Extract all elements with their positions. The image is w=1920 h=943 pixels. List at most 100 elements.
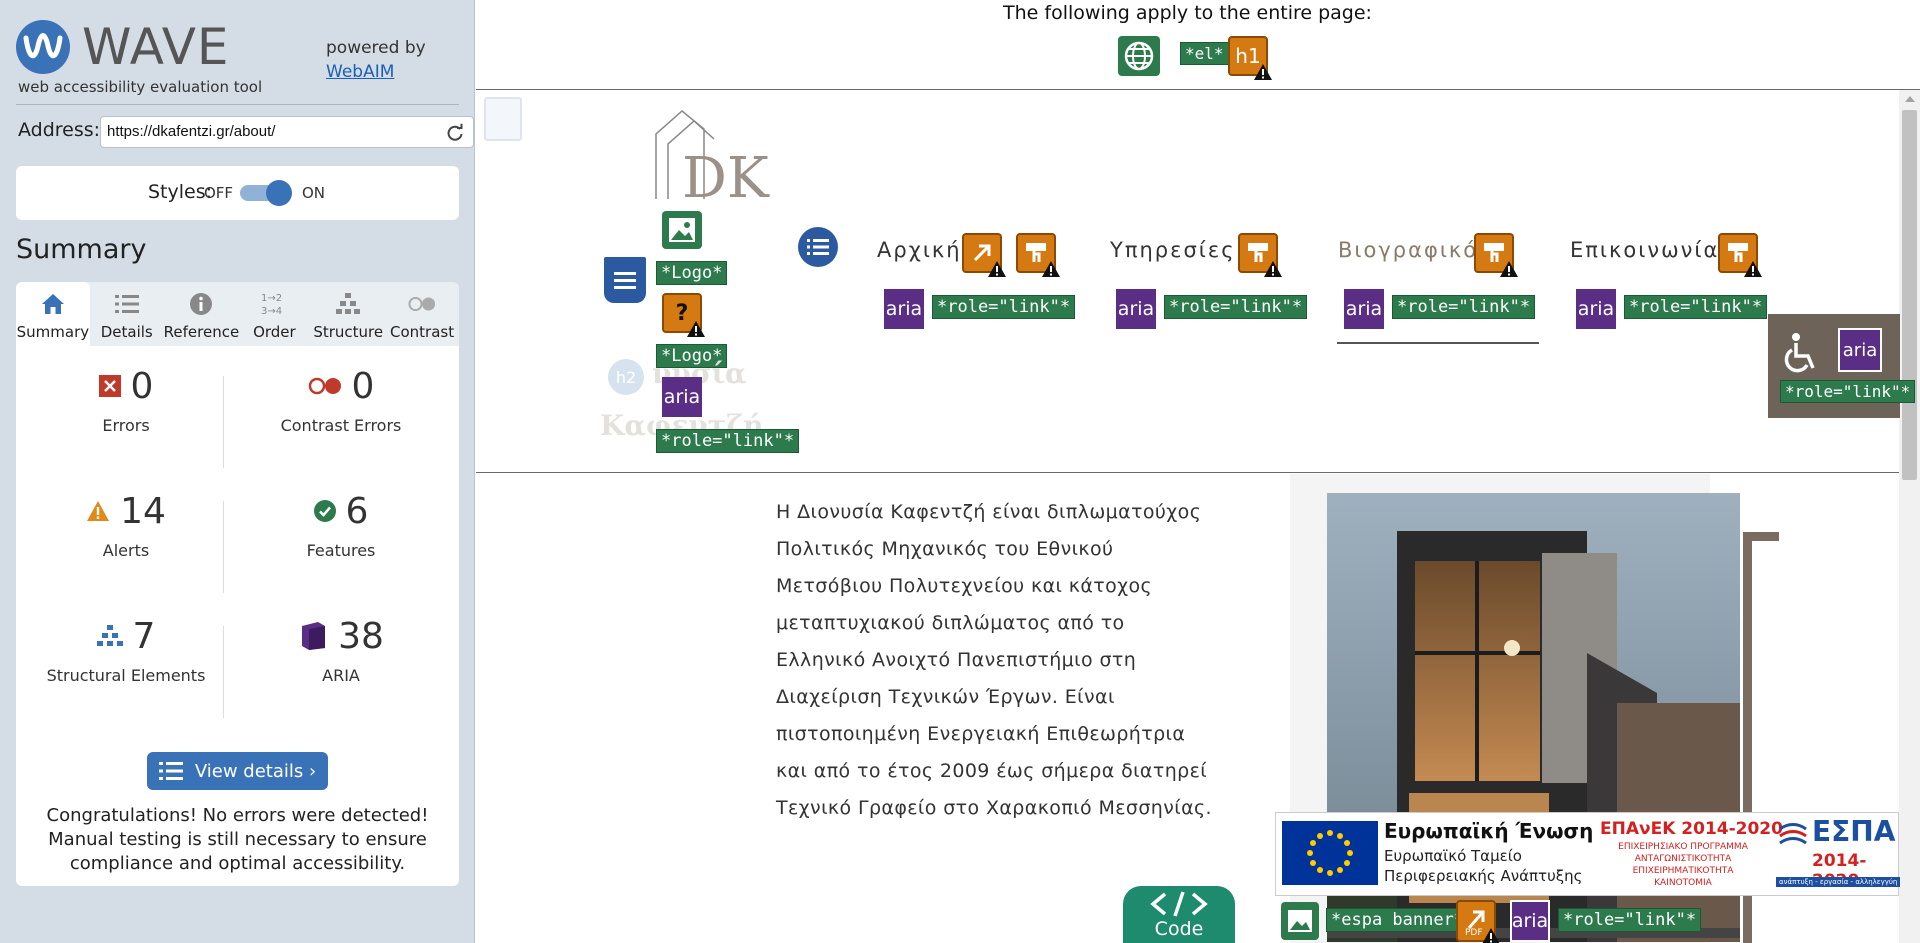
page-scrollbar[interactable] <box>1899 90 1920 943</box>
aria-text: aria <box>1345 298 1383 320</box>
role-link-label: *role="link"* <box>1558 908 1702 932</box>
page-level-banner: The following apply to the entire page: … <box>476 0 1920 90</box>
aria-text: aria <box>885 298 923 320</box>
list-icon <box>158 762 183 780</box>
linked-image-icon[interactable] <box>662 211 702 249</box>
aria-count: 38 <box>338 615 384 657</box>
aria-text: aria <box>663 386 701 408</box>
eu-line1: Ευρωπαϊκό Ταμείο <box>1384 847 1522 865</box>
epanek-line: ΚΑΙΝΟΤΟΜΙΑ <box>1654 878 1712 888</box>
role-link-label: *role="link"* <box>1392 295 1536 319</box>
warning-triangle-icon <box>687 321 705 337</box>
page-preview: The following apply to the entire page: … <box>476 0 1920 943</box>
epanek-title: ΕΠΑνΕΚ 2014-2020 <box>1600 819 1783 839</box>
svg-text:1→2: 1→2 <box>261 293 282 304</box>
wave-title: WAVE <box>82 18 230 76</box>
address-bar: Address: https://dkafentzi.gr/about/ <box>18 116 474 148</box>
scroll-up-arrow[interactable] <box>1905 96 1915 102</box>
epanek-line: ΕΠΙΧΕΙΡΗΜΑΤΙΚΟΤΗΤΑ <box>1632 866 1734 876</box>
errors-count: 0 <box>130 365 154 407</box>
nav-link-home[interactable]: Αρχική <box>877 238 962 262</box>
el-label: *el* <box>1180 42 1229 65</box>
wave-logo: WAVE web accessibility evaluation tool p… <box>16 16 456 100</box>
address-input[interactable]: https://dkafentzi.gr/about/ <box>100 116 474 148</box>
aria-icon[interactable]: aria <box>1116 289 1156 329</box>
about-line: μεταπτυχιακού διπλώματος από το <box>776 612 1125 634</box>
code-toggle-button[interactable]: Code <box>1123 886 1235 943</box>
linked-image-icon[interactable] <box>1281 902 1319 940</box>
contrast-icon <box>408 290 436 318</box>
info-icon <box>187 290 215 318</box>
espa-banner[interactable]: Ευρωπαϊκή Ένωση Ευρωπαϊκό Ταμείο Περιφερ… <box>1275 812 1901 896</box>
about-paragraph: Η Διονυσία Καφεντζή είναι διπλωματούχος … <box>776 494 1216 827</box>
feature-check-icon <box>313 500 336 522</box>
structural-label: Structural Elements <box>46 666 206 685</box>
address-value: https://dkafentzi.gr/about/ <box>107 123 276 140</box>
stat-structural[interactable]: 7 Structural Elements <box>26 566 226 686</box>
aria-text: aria <box>1117 298 1155 320</box>
nav-link-contact[interactable]: Επικοινωνία <box>1570 238 1719 262</box>
wave-logo-icon <box>16 20 70 74</box>
view-details-button[interactable]: View details › <box>147 752 328 790</box>
site-header: DK *Logo* ? *Logo* h2 νυσία Καφεντζή ari… <box>476 91 1899 473</box>
about-line: και από το έτος 2009 έως σήμερα διατηρεί <box>776 760 1208 782</box>
menu-list-icon[interactable] <box>798 227 838 267</box>
warning-triangle-icon <box>1264 261 1282 277</box>
features-count: 6 <box>345 490 369 532</box>
about-line: Ελληνικό Ανοιχτό Πανεπιστήμιο στη <box>776 649 1137 671</box>
espa-alt-label: *espa banner* <box>1326 908 1470 932</box>
language-globe-icon[interactable] <box>1118 36 1160 76</box>
toggle-knob <box>266 180 292 206</box>
wave-tagline: web accessibility evaluation tool <box>18 78 263 96</box>
warning-triangle-icon <box>1500 261 1518 277</box>
about-line: Τεχνικό Γραφείο στο Χαρακοπιό Μεσσηνίας. <box>776 797 1212 819</box>
role-link-label: *role="link"* <box>1164 295 1308 319</box>
aria-icon[interactable]: aria <box>1344 289 1384 329</box>
nav-link-services[interactable]: Υπηρεσίες <box>1110 238 1236 262</box>
page-level-text: The following apply to the entire page: <box>1003 2 1372 24</box>
accessibility-widget[interactable]: aria *role="link"* <box>1768 314 1916 418</box>
webaim-link[interactable]: WebAIM <box>326 62 394 82</box>
aria-icon[interactable]: aria <box>1510 900 1550 942</box>
css-icon[interactable] <box>604 257 646 303</box>
aria-icon[interactable]: aria <box>1576 289 1616 329</box>
styles-toggle[interactable] <box>240 180 292 206</box>
summary-panel: 0 Errors 0 Contrast Errors 14 Alerts 6 F… <box>16 346 459 886</box>
role-link-label: *role="link"* <box>1780 380 1916 403</box>
code-label: Code <box>1154 917 1204 940</box>
divider <box>16 104 459 105</box>
aria-text: aria <box>1842 339 1878 361</box>
styles-card: Styles: OFF ON <box>16 166 459 220</box>
summary-heading: Summary <box>16 234 147 265</box>
aria-icon[interactable]: aria <box>884 289 924 329</box>
role-link-label: *role="link"* <box>656 429 800 453</box>
stat-alerts[interactable]: 14 Alerts <box>26 441 226 560</box>
divider <box>223 626 224 718</box>
stat-contrast-errors[interactable]: 0 Contrast Errors <box>241 316 441 436</box>
stat-aria[interactable]: 38 ARIA <box>241 566 441 685</box>
warning-triangle-icon <box>988 261 1006 277</box>
svg-text:PDF: PDF <box>1465 928 1483 936</box>
espa-motto: ανάπτυξη - εργασία - αλληλεγγύη <box>1776 877 1901 887</box>
logo-alt-label: *Logo* <box>656 261 728 285</box>
powered-by: powered by WebAIM <box>326 36 426 84</box>
warning-triangle-icon <box>1482 928 1500 943</box>
warning-triangle-icon <box>1254 64 1272 80</box>
structure-icon <box>96 625 123 646</box>
code-brackets-icon <box>1150 890 1208 917</box>
epanek-text: ΕΠΙΧΕΙΡΗΣΙΑΚΟ ΠΡΟΓΡΑΜΜΑ ΑΝΤΑΓΩΝΙΣΤΙΚΟΤΗΤ… <box>1598 841 1768 889</box>
role-link-label: *role="link"* <box>932 295 1076 319</box>
aria-icon[interactable]: aria <box>662 377 702 417</box>
aria-text: aria <box>1577 298 1615 320</box>
stat-errors[interactable]: 0 Errors <box>26 316 226 435</box>
stat-features[interactable]: 6 Features <box>241 441 441 561</box>
aria-icon[interactable]: aria <box>1838 328 1882 372</box>
about-line: Μετσόβιου Πολυτεχνείου και κάτοχος <box>776 575 1153 597</box>
warning-triangle-icon <box>1744 261 1762 277</box>
nav-link-biography[interactable]: Βιογραφικό <box>1338 238 1478 262</box>
eu-flag-icon <box>1282 821 1378 885</box>
reload-icon[interactable] <box>445 123 465 143</box>
current-nav-underline <box>1337 342 1539 344</box>
warning-triangle-icon <box>1042 261 1060 277</box>
scroll-thumb[interactable] <box>1902 110 1917 480</box>
